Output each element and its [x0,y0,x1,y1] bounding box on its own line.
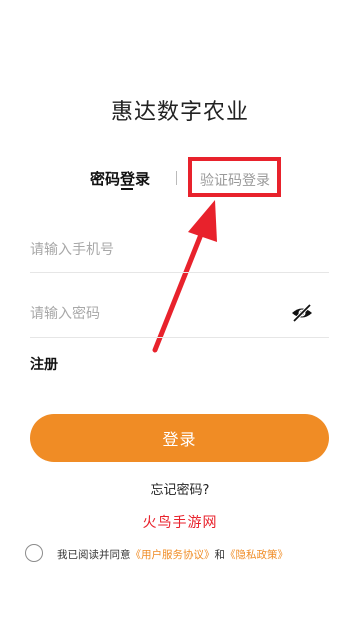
agreement-prefix: 我已阅读并同意 [57,549,131,561]
password-input[interactable] [30,300,280,328]
watermark-text: 火鸟手游网 [142,515,218,531]
phone-underline [30,272,329,273]
tab-divider [176,171,177,185]
active-tab-indicator [121,188,133,190]
app-title: 惠达数字农业 [110,100,249,125]
privacy-policy-link[interactable]: 《隐私政策》 [225,549,288,561]
agreement-text: 我已阅读并同意《用户服务协议》和《隐私政策》 [57,547,288,562]
register-link[interactable]: 注册 [30,354,58,374]
user-agreement-link[interactable]: 《用户服务协议》 [131,549,215,561]
phone-input[interactable] [30,236,328,264]
agreement-and: 和 [214,549,226,561]
login-button[interactable]: 登录 [30,414,329,462]
annotation-highlight-box [188,157,281,197]
eye-off-icon[interactable] [290,303,314,323]
password-underline [30,337,329,338]
forgot-password-link[interactable]: 忘记密码? [0,479,360,498]
agreement-checkbox[interactable] [25,544,43,562]
tab-password-login[interactable]: 密码登录 [90,168,150,189]
